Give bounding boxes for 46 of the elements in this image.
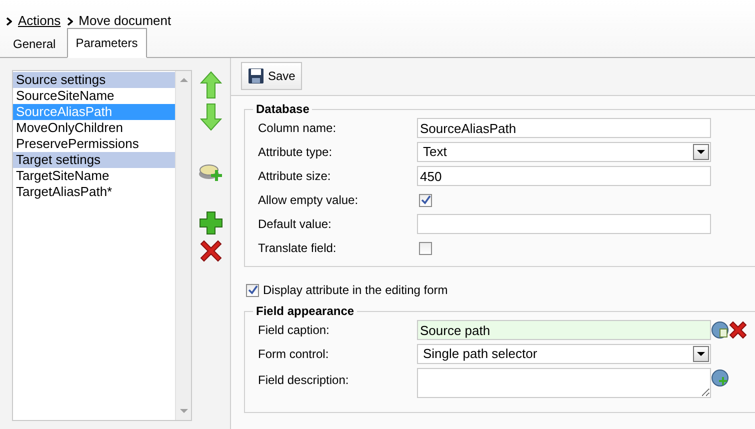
input-field[interactable] [417,214,711,234]
field-label: Attribute size: [258,168,332,185]
dropdown[interactable]: Text [417,142,711,162]
checkbox[interactable] [419,242,432,254]
field-label: Column name: [258,120,338,137]
caret-icon [6,16,12,26]
field-label: Field description: [258,372,350,389]
tab[interactable]: Parameters [66,28,147,58]
scroll-up-icon[interactable] [180,77,188,82]
checkbox[interactable] [419,194,432,206]
move-up-button[interactable] [200,71,222,99]
scroll-down-icon[interactable] [180,409,188,414]
breadcrumb-link[interactable]: Actions [18,11,61,31]
attribute-list[interactable]: Source settings SourceSiteName SourceAliasPath MoveOnlyChildren PreservePermissions Target settings TargetSiteName TargetAliasPath* [12,70,192,421]
list-item[interactable]: TargetAliasPath* [13,184,175,200]
field-label: Translate field: [258,240,338,257]
checkbox-label: Display attribute in the editing form [263,282,448,299]
scrollbar[interactable] [175,71,191,420]
checkbox[interactable] [246,284,259,296]
field-label: Default value: [258,216,332,233]
list-item[interactable]: SourceSiteName [13,88,175,104]
dropdown[interactable]: Single path selector [417,344,711,364]
input-field[interactable]: SourceAliasPath [417,118,711,138]
move-down-button[interactable] [200,103,222,131]
save-icon [248,68,264,84]
category-item[interactable]: Source settings [13,72,175,88]
tab[interactable]: General [4,28,65,58]
field-label: Field caption: [258,322,330,339]
input-field[interactable]: 450 [417,166,711,186]
section-title: Field appearance [255,304,356,318]
field-label: Attribute type: [258,144,334,161]
add-icon[interactable] [199,211,223,235]
field-label: Form control: [258,346,330,363]
save-button[interactable]: Save [241,62,302,90]
input-field[interactable]: Source path [417,320,711,340]
list-item[interactable]: TargetSiteName [13,168,175,184]
field-label: Allow empty value: [258,192,360,209]
caret-icon [66,16,73,26]
list-item[interactable]: PreservePermissions [13,136,175,152]
localize-icon[interactable] [711,321,729,339]
section-title: Database [255,102,310,116]
delete-icon[interactable] [729,321,747,339]
list-item[interactable]: MoveOnlyChildren [13,120,175,136]
category-item[interactable]: Target settings [13,152,175,168]
breadcrumb-current: Move document [78,12,172,30]
delete-icon[interactable] [199,239,223,263]
